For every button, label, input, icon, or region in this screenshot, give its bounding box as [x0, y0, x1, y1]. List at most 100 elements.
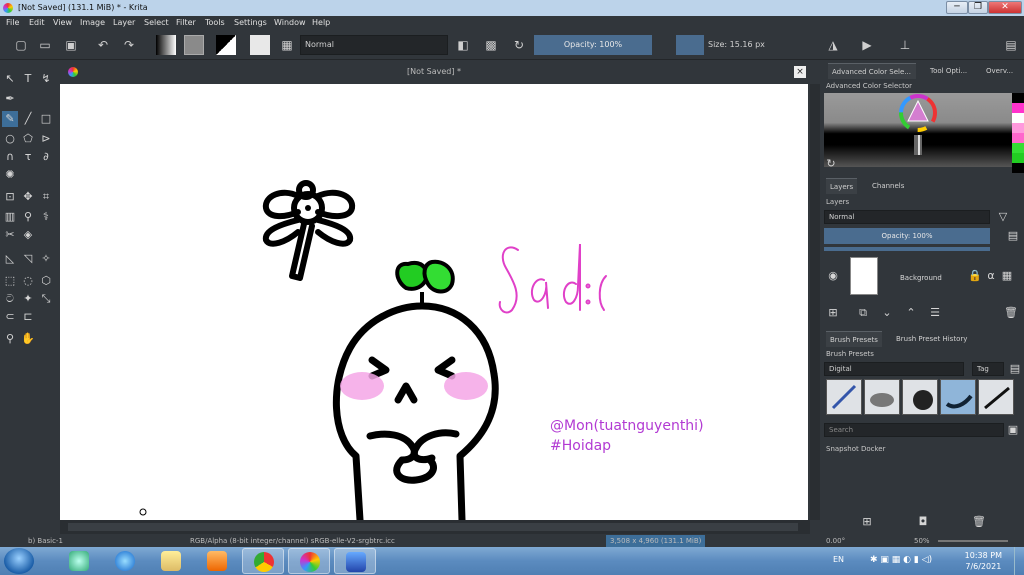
layer-visibility-icon[interactable]: ◉ [826, 269, 840, 283]
gradient-tool-icon[interactable]: ▥ [2, 209, 18, 225]
document-tab[interactable]: [Not Saved] * × [58, 61, 810, 83]
color-selector-area[interactable] [824, 93, 1012, 167]
menu-image[interactable]: Image [80, 16, 105, 30]
preset-soft-brush[interactable] [902, 379, 938, 415]
magnetic-select-icon[interactable]: ⊏ [20, 309, 36, 325]
taskbar-explorer[interactable] [150, 548, 192, 574]
new-document-icon[interactable]: ▢ [14, 38, 28, 52]
calligraphy-icon[interactable]: ✒ [2, 91, 18, 107]
menu-filter[interactable]: Filter [176, 16, 196, 30]
canvas-horizontal-scroll-thumb[interactable] [68, 523, 798, 531]
fg-bg-color-swatch[interactable] [216, 35, 236, 55]
taskbar-media[interactable] [196, 548, 238, 574]
menu-help[interactable]: Help [312, 16, 330, 30]
start-button[interactable] [4, 548, 34, 574]
status-rotation[interactable]: 0.00° [826, 535, 845, 547]
similar-select-icon[interactable]: ⤡ [38, 291, 54, 307]
tab-brush-preset-history[interactable]: Brush Preset History [892, 331, 971, 347]
preset-search-input[interactable]: Search [824, 423, 1004, 437]
tab-layers[interactable]: Layers [826, 178, 858, 194]
layer-filter-icon[interactable]: ▽ [996, 210, 1010, 224]
minimize-button[interactable]: ─ [946, 1, 968, 14]
color-refresh-icon[interactable]: ↻ [824, 157, 838, 171]
smart-patch-icon[interactable]: ⚕ [38, 209, 54, 225]
status-zoom[interactable]: 50% [914, 535, 930, 547]
transform-tool-icon[interactable]: ⊡ [2, 189, 18, 205]
reference-images-icon[interactable]: ✧ [38, 251, 54, 267]
colorize-mask-icon[interactable]: ✂ [2, 227, 18, 243]
docker-toggle-icon[interactable]: ▤ [1004, 38, 1018, 52]
swatch[interactable] [1012, 93, 1024, 103]
taskbar-ie[interactable] [104, 548, 146, 574]
freehand-select-icon[interactable]: ට [2, 291, 18, 307]
layer-lock-icon[interactable]: 🔒 [968, 269, 982, 283]
system-clock[interactable]: 10:38 PM 7/6/2021 [965, 550, 1002, 572]
layer-blend-select[interactable]: Normal [824, 210, 990, 224]
freehand-brush-icon[interactable]: ✎ [2, 111, 18, 127]
menu-layer[interactable]: Layer [113, 16, 135, 30]
layer-opacity-slider[interactable]: Opacity: 100% [824, 228, 990, 244]
swatch[interactable] [1012, 123, 1024, 133]
size-field[interactable]: Size: 15.16 px [704, 35, 796, 55]
measure-tool-icon[interactable]: ◹ [20, 251, 36, 267]
undo-icon[interactable]: ↶ [96, 38, 110, 52]
preset-tag-select[interactable]: Digital [824, 362, 964, 376]
assistant-tool-icon[interactable]: ◺ [2, 251, 18, 267]
reload-preset-icon[interactable]: ↻ [512, 38, 526, 52]
rect-select-icon[interactable]: ⬚ [2, 273, 18, 289]
menu-select[interactable]: Select [144, 16, 169, 30]
delete-snapshot-icon[interactable]: 🗑 [972, 515, 986, 529]
rectangle-tool-icon[interactable]: □ [38, 111, 54, 127]
preset-airbrush[interactable] [864, 379, 900, 415]
swatch[interactable] [1012, 153, 1024, 163]
close-window-button[interactable]: ✕ [988, 1, 1022, 14]
polygon-tool-icon[interactable]: ⬠ [20, 131, 36, 147]
layer-properties-icon[interactable]: ▤ [1006, 229, 1020, 243]
move-layer-up-icon[interactable]: ⌃ [904, 306, 918, 320]
menu-window[interactable]: Window [274, 16, 306, 30]
show-desktop-button[interactable] [1014, 547, 1024, 575]
tab-brush-presets[interactable]: Brush Presets [826, 331, 882, 347]
canvas-vertical-scrollbar[interactable] [810, 84, 820, 520]
zoom-slider[interactable] [938, 540, 1008, 542]
mirror-vertical-icon[interactable]: ▶ [860, 38, 874, 52]
delete-layer-icon[interactable]: 🗑 [1004, 306, 1018, 320]
preset-basic-active[interactable] [940, 379, 976, 415]
text-tool-icon[interactable]: T [20, 71, 36, 87]
snapshot-camera-icon[interactable]: ◘ [916, 515, 930, 529]
gradient-picker[interactable] [156, 35, 176, 55]
layer-inherit-alpha-icon[interactable]: ▦ [1000, 269, 1014, 283]
tray-icons[interactable]: ✱ ▣ ▦ ◐ ▮ ◁) [870, 555, 932, 565]
status-brush-name[interactable]: b) Basic-1 [28, 535, 63, 547]
menu-settings[interactable]: Settings [234, 16, 267, 30]
brush-preset-button[interactable] [250, 35, 270, 55]
fill-tool-icon[interactable]: ◈ [20, 227, 36, 243]
taskbar-word[interactable] [334, 548, 376, 574]
layer-properties-button-icon[interactable]: ☰ [928, 306, 942, 320]
layer-row-background[interactable]: ◉ Background 🔒 α ▦ [824, 254, 1020, 298]
preset-pencil[interactable] [978, 379, 1014, 415]
language-indicator[interactable]: EN [833, 555, 844, 564]
pan-tool-icon[interactable]: ✋ [20, 331, 36, 347]
tab-channels[interactable]: Channels [868, 178, 908, 194]
color-history-swatches[interactable] [1012, 93, 1024, 173]
taskbar-chrome[interactable] [242, 548, 284, 574]
menu-edit[interactable]: Edit [29, 16, 45, 30]
opacity-slider[interactable]: Opacity: 100% [534, 35, 652, 55]
pattern-picker[interactable] [184, 35, 204, 55]
select-shapes-icon[interactable]: ↖ [2, 71, 18, 87]
mirror-horizontal-icon[interactable]: ◮ [826, 38, 840, 52]
menu-file[interactable]: File [6, 16, 19, 30]
drawing-canvas[interactable]: @Mon(tuatnguyenthi) #Hoidap [60, 84, 808, 520]
bezier-select-icon[interactable]: ⊂ [2, 309, 18, 325]
polygon-select-icon[interactable]: ⬡ [38, 273, 54, 289]
brush-settings-icon[interactable]: ▦ [280, 38, 294, 52]
save-icon[interactable]: ▣ [64, 38, 78, 52]
close-document-button[interactable]: × [794, 66, 806, 78]
color-wheel[interactable] [824, 93, 1012, 167]
ellipse-tool-icon[interactable]: ○ [2, 131, 18, 147]
swatch[interactable] [1012, 133, 1024, 143]
swatch[interactable] [1012, 113, 1024, 123]
crop-tool-icon[interactable]: ⌗ [38, 189, 54, 205]
color-picker-icon[interactable]: ⚲ [20, 209, 36, 225]
